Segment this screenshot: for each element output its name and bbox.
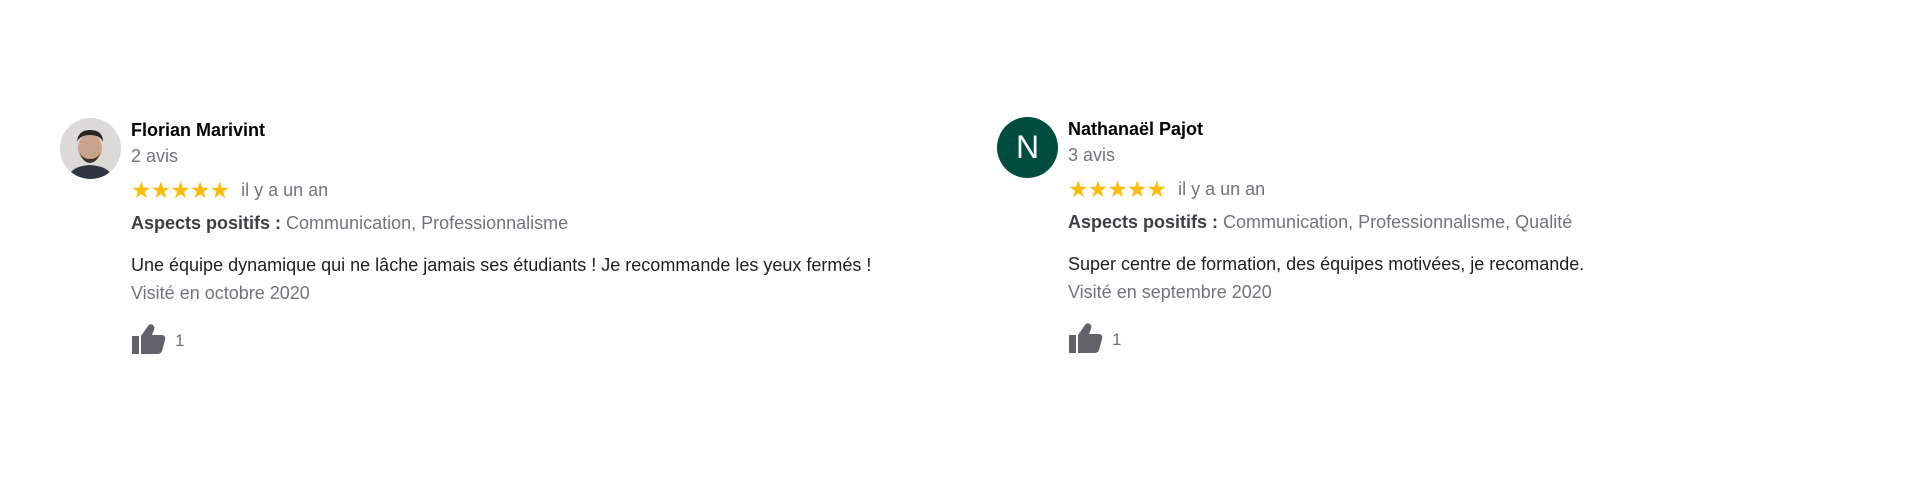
review-card: Florian Marivint 2 avis ★★★★★ il y a un … (60, 118, 871, 355)
visit-date: Visité en septembre 2020 (1068, 282, 1272, 302)
aspects-label: Aspects positifs : (1068, 212, 1219, 232)
review-date: il y a un an (1178, 179, 1266, 199)
rating-row: ★★★★★ il y a un an (1068, 176, 1584, 202)
positive-aspects: Aspects positifs : Communication, Profes… (1068, 212, 1584, 232)
avatar-photo (60, 118, 121, 179)
star-rating: ★★★★★ (1068, 176, 1167, 202)
avatar[interactable] (60, 118, 121, 179)
aspects-label: Aspects positifs : (131, 213, 282, 233)
review-card: N Nathanaël Pajot 3 avis ★★★★★ il y a un… (997, 117, 1584, 354)
avatar[interactable]: N (997, 117, 1058, 178)
like-count: 1 (1112, 330, 1122, 349)
like-row: 1 (1068, 322, 1584, 354)
like-row: 1 (131, 323, 871, 355)
review-text: Super centre de formation, des équipes m… (1068, 254, 1585, 274)
aspects-values: Communication, Professionnalisme, Qualit… (1223, 212, 1573, 232)
thumbs-up-icon[interactable] (1068, 322, 1104, 354)
review-count: 2 avis (131, 146, 179, 166)
aspects-values: Communication, Professionnalisme (286, 213, 569, 233)
positive-aspects: Aspects positifs : Communication, Profes… (131, 213, 871, 233)
author-name[interactable]: Nathanaël Pajot (1068, 119, 1584, 139)
star-rating: ★★★★★ (131, 177, 230, 203)
like-count: 1 (175, 331, 185, 350)
reviews-list: Florian Marivint 2 avis ★★★★★ il y a un … (0, 0, 1920, 500)
author-name[interactable]: Florian Marivint (131, 120, 871, 140)
thumbs-up-icon[interactable] (131, 323, 167, 355)
review-text: Une équipe dynamique qui ne lâche jamais… (131, 255, 872, 275)
rating-row: ★★★★★ il y a un an (131, 177, 871, 203)
review-content: Florian Marivint 2 avis ★★★★★ il y a un … (131, 118, 871, 355)
review-content: Nathanaël Pajot 3 avis ★★★★★ il y a un a… (1068, 117, 1584, 354)
review-count: 3 avis (1068, 145, 1116, 165)
visit-date: Visité en octobre 2020 (131, 283, 310, 303)
review-date: il y a un an (241, 180, 329, 200)
